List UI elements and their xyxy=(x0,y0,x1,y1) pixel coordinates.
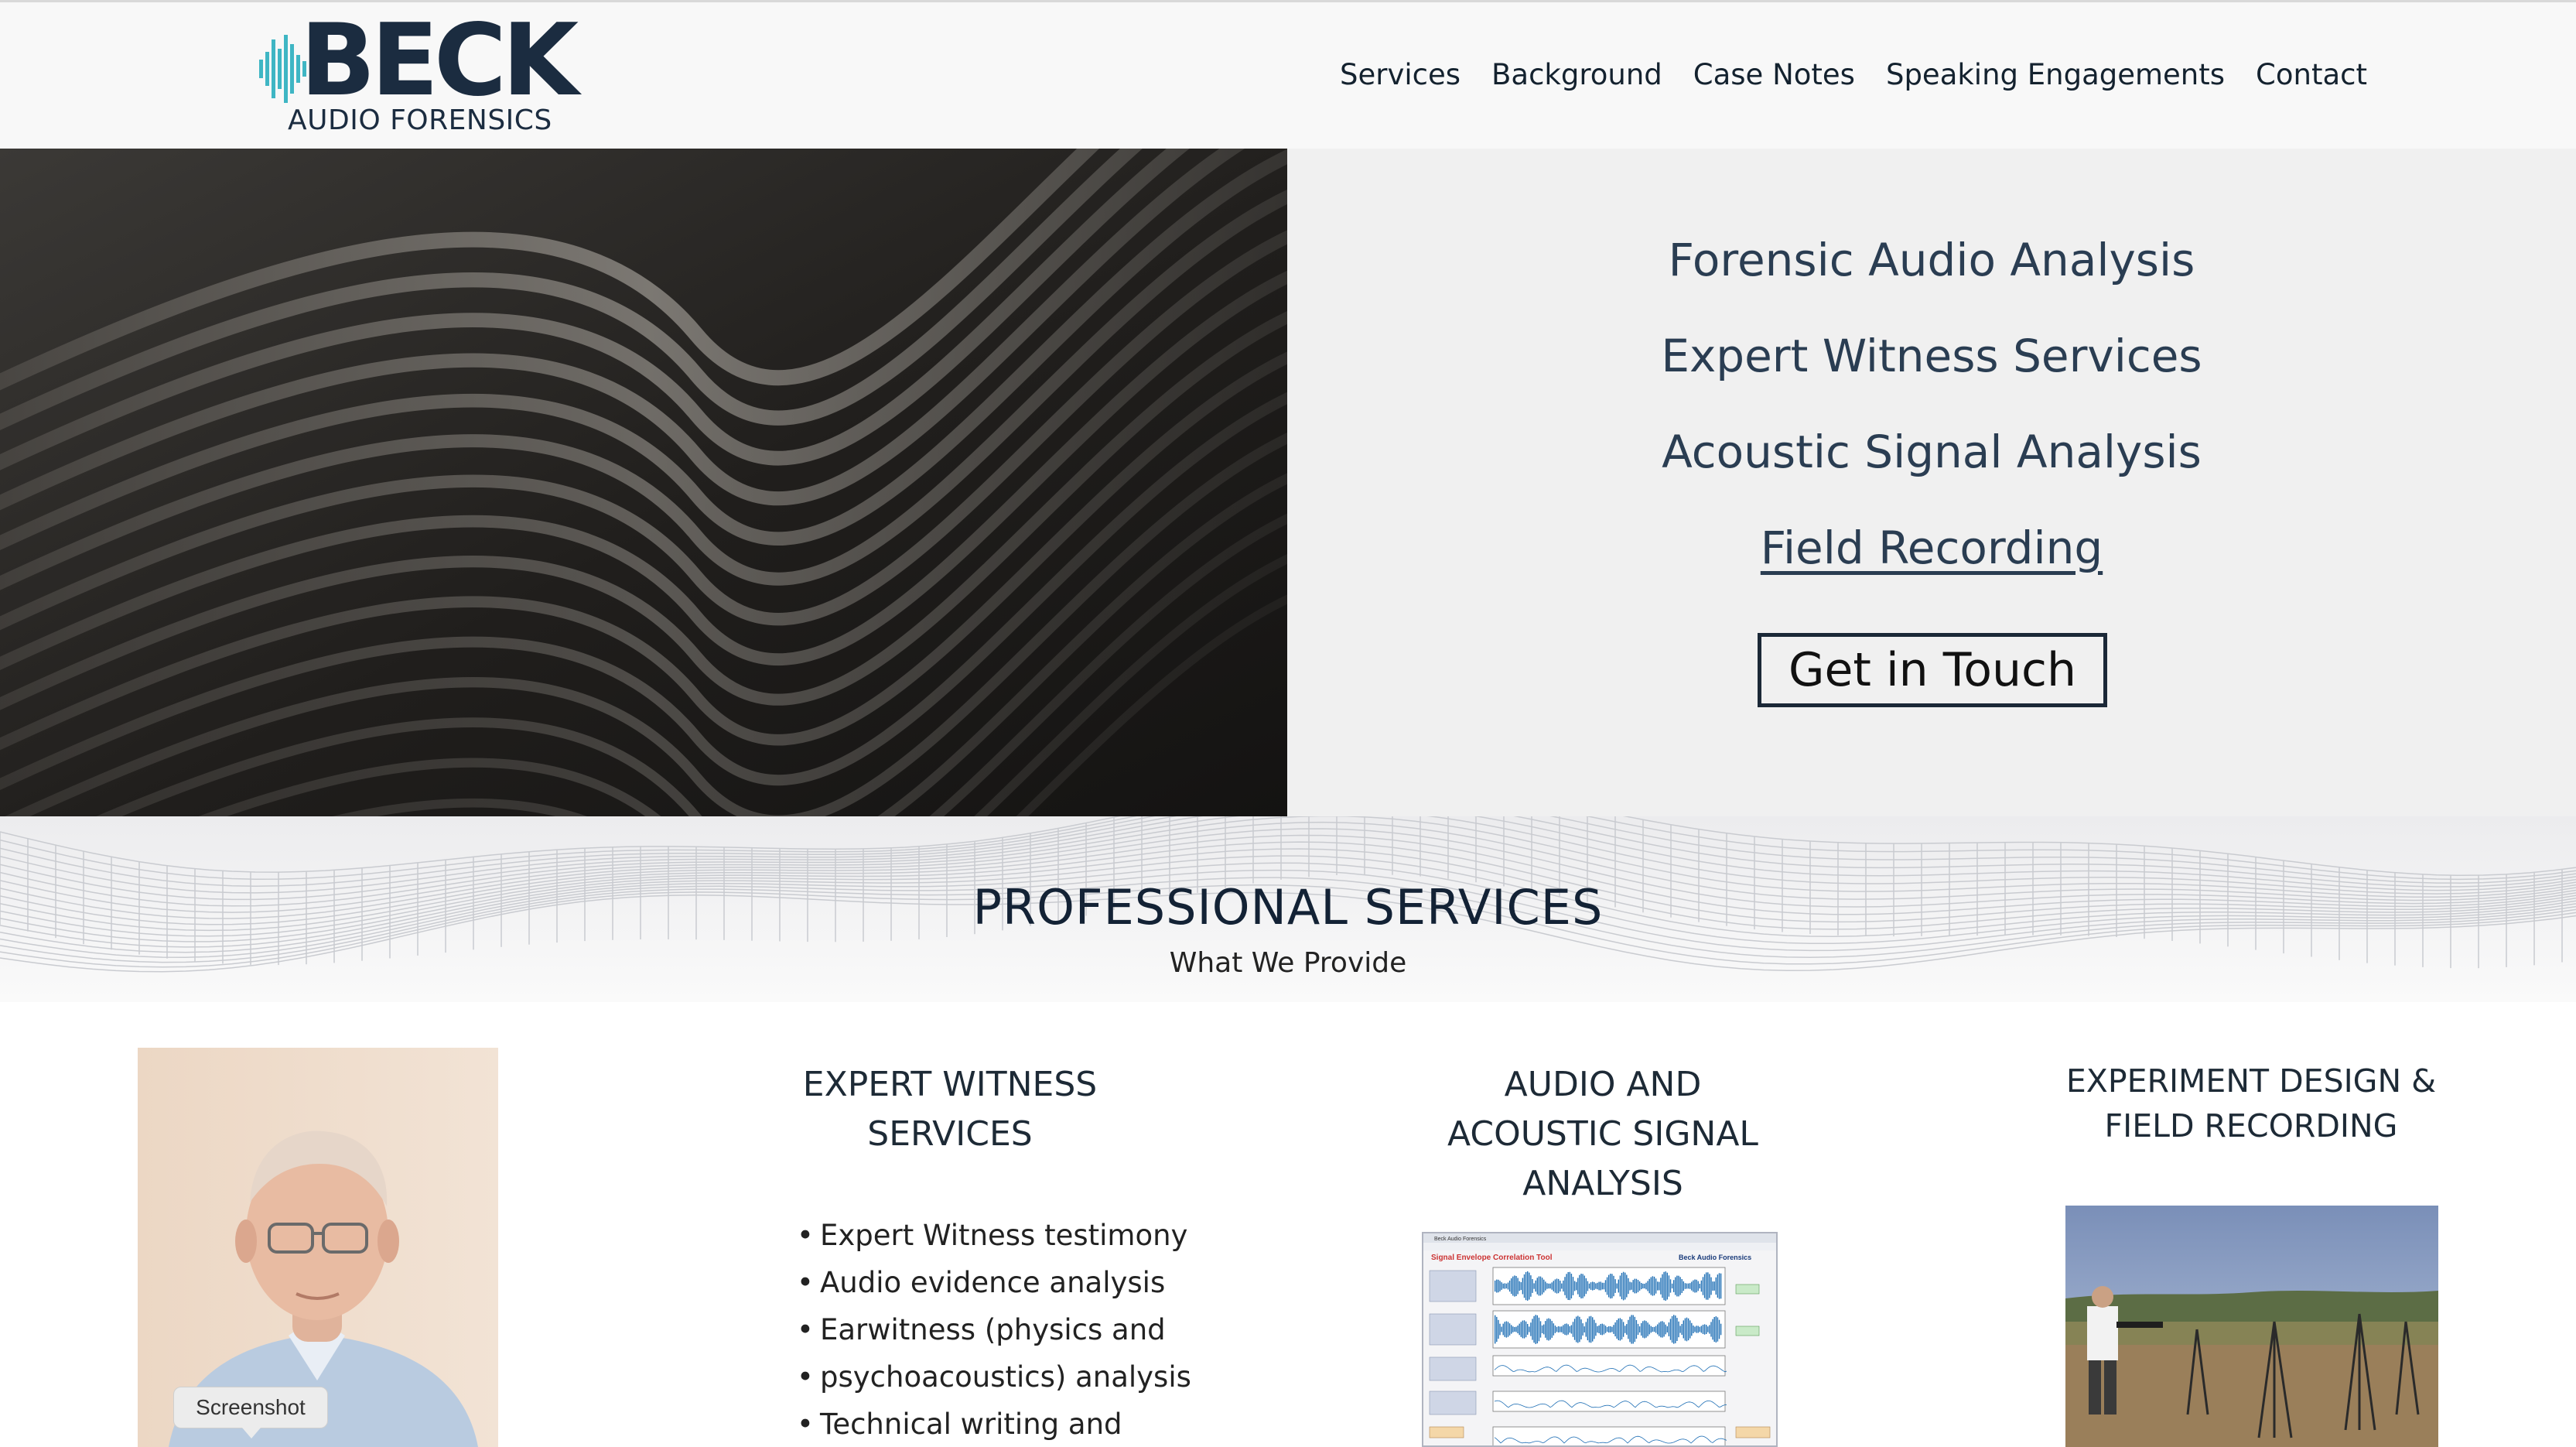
list-item: Technical writing and xyxy=(797,1401,1230,1447)
expert-witness-list: Expert Witness testimony Audio evidence … xyxy=(797,1212,1230,1447)
hero-forensic-audio[interactable]: Forensic Audio Analysis xyxy=(1287,234,2576,286)
tool-title: Signal Envelope Correlation Tool xyxy=(1431,1254,1553,1262)
logo-subtitle: AUDIO FORENSICS xyxy=(288,104,552,136)
list-item-continuation: psychoacoustics) analysis xyxy=(797,1353,1230,1401)
beck-logo[interactable]: BECK AUDIO FORENSICS xyxy=(255,12,579,139)
section-subtitle: What We Provide xyxy=(1169,947,1407,979)
main-nav: Services Background Case Notes Speaking … xyxy=(1340,58,2367,91)
experiment-design-title: EXPERIMENT DESIGN & FIELD RECORDING xyxy=(2019,1059,2483,1148)
nav-speaking-engagements[interactable]: Speaking Engagements xyxy=(1886,58,2225,91)
expert-witness-title: EXPERT WITNESS SERVICES xyxy=(718,1060,1182,1159)
get-in-touch-button[interactable]: Get in Touch xyxy=(1758,633,2107,707)
tool-brand: Beck Audio Forensics xyxy=(1679,1254,1751,1261)
acoustic-signal-title: AUDIO AND ACOUSTIC SIGNAL ANALYSIS xyxy=(1371,1060,1835,1209)
title-line: EXPERIMENT DESIGN & xyxy=(2065,1062,2437,1100)
nav-services[interactable]: Services xyxy=(1340,58,1461,91)
list-item: Expert Witness testimony xyxy=(797,1212,1230,1259)
title-line: ANALYSIS xyxy=(1522,1164,1683,1203)
section-title: PROFESSIONAL SERVICES xyxy=(972,879,1604,936)
hero-services-panel: Forensic Audio Analysis Expert Witness S… xyxy=(1287,149,2576,816)
logo-wordmark: BECK xyxy=(300,3,579,118)
site-header: BECK AUDIO FORENSICS Services Background… xyxy=(0,0,2576,149)
woven-facade-graphic xyxy=(0,149,1287,816)
title-line: SERVICES xyxy=(867,1114,1033,1154)
hero-expert-witness[interactable]: Expert Witness Services xyxy=(1287,330,2576,382)
signal-correlation-tool-screenshot: Beck Audio Forensics Signal Envelope Cor… xyxy=(1422,1232,1778,1447)
title-line: AUDIO AND xyxy=(1504,1065,1702,1104)
list-item: Audio evidence analysis xyxy=(797,1259,1230,1306)
list-item: Earwitness (physics and xyxy=(797,1306,1230,1353)
tool-window-title: Beck Audio Forensics xyxy=(1434,1237,1487,1242)
title-line: ACOUSTIC SIGNAL xyxy=(1447,1114,1758,1154)
title-line: EXPERT WITNESS xyxy=(802,1065,1098,1104)
hero-architecture-image xyxy=(0,149,1287,816)
hero-field-recording-link[interactable]: Field Recording xyxy=(1287,522,2576,574)
nav-background[interactable]: Background xyxy=(1491,58,1662,91)
screenshot-tooltip: Screenshot xyxy=(173,1387,328,1438)
field-recording-photo xyxy=(2065,1206,2438,1447)
hero-acoustic-signal[interactable]: Acoustic Signal Analysis xyxy=(1287,426,2576,478)
nav-case-notes[interactable]: Case Notes xyxy=(1693,58,1855,91)
hero-section: Forensic Audio Analysis Expert Witness S… xyxy=(0,149,2576,816)
nav-contact[interactable]: Contact xyxy=(2256,58,2367,91)
title-line: FIELD RECORDING xyxy=(2104,1107,2398,1144)
